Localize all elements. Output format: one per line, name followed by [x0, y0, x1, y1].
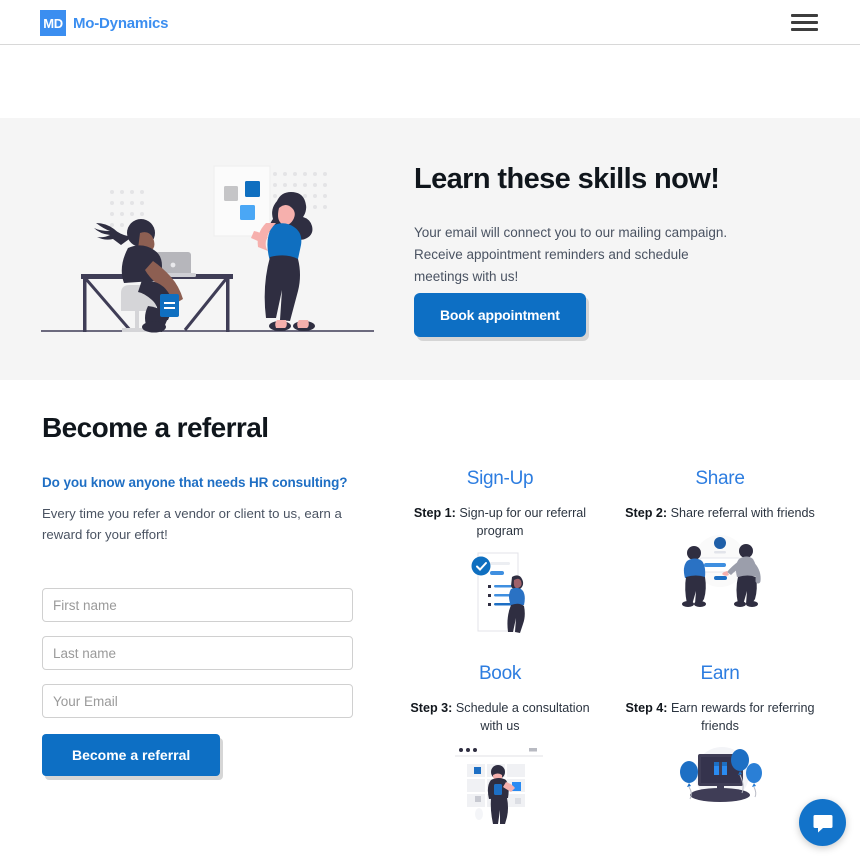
step-heading-earn: Earn [700, 662, 740, 684]
step-description-signup: Step 1: Sign-up for our referral program [390, 505, 610, 541]
referral-form: Become a referral [42, 588, 353, 776]
referral-question: Do you know anyone that needs HR consult… [42, 475, 348, 490]
promo-copy: Learn these skills now! Your email will … [414, 163, 814, 287]
step-description-book: Step 3: Schedule a consultation with us [390, 700, 610, 736]
step-art-earn [610, 744, 830, 836]
email-input[interactable] [42, 684, 353, 718]
promo-subtitle: Your email will connect you to our maili… [414, 225, 728, 284]
promo-title: Learn these skills now! [414, 163, 720, 195]
step-card-earn: Earn Step 4: Earn rewards for referring … [610, 663, 830, 836]
step-description-share: Step 2: Share referral with friends [610, 505, 830, 523]
step-card-book: Book Step 3: Schedule a consultation wit… [390, 663, 610, 836]
step-description-earn: Step 4: Earn rewards for referring frien… [610, 700, 830, 736]
step-text-2: Share referral with friends [670, 506, 815, 520]
site-header: MD Mo-Dynamics [0, 0, 860, 45]
step-heading-signup: Sign-Up [466, 468, 534, 489]
step-label-2: Step 2: [625, 506, 668, 520]
people-at-desk-illustration [41, 165, 374, 333]
step-label-4: Step 4: [625, 700, 668, 715]
referral-paragraph: Every time you refer a vendor or client … [42, 506, 342, 543]
step-text-1: Sign-up for our referral program [459, 506, 587, 538]
step-heading-book: Book [478, 662, 522, 684]
hamburger-bar-2 [791, 21, 818, 24]
monitor-gift-balloons-illustration [680, 746, 762, 802]
two-people-sharing-illustration [682, 534, 761, 607]
step-label-1: Step 1: [413, 506, 456, 520]
first-name-input[interactable] [42, 588, 353, 622]
step-heading-share: Share [695, 468, 745, 489]
step-card-share: Share Step 2: Share referral with friend… [610, 468, 830, 641]
step-art-book [390, 744, 610, 836]
page-title: Become a referral [42, 412, 269, 443]
step-label-3: Step 3: [410, 700, 453, 715]
logo-badge-icon: MD [40, 10, 66, 36]
become-referral-submit-button[interactable]: Become a referral [42, 734, 221, 776]
referral-steps-grid: Sign-Up Step 1: Sign-up for our referral… [390, 468, 840, 836]
steps-row-top: Sign-Up Step 1: Sign-up for our referral… [390, 468, 840, 641]
step-art-share [610, 531, 830, 623]
step-text-4: Earn rewards for referring friends [671, 700, 815, 733]
step-text-3: Schedule a consultation with us [455, 700, 590, 733]
site-logo[interactable]: MD Mo-Dynamics [40, 10, 169, 36]
checklist-form-illustration [471, 552, 525, 633]
last-name-input[interactable] [42, 636, 353, 670]
page-root: Communication Plans Organizational Devel… [0, 0, 860, 860]
chat-widget-button[interactable] [799, 799, 846, 846]
steps-row-bottom: Book Step 3: Schedule a consultation wit… [390, 663, 840, 836]
calendar-booking-illustration [455, 747, 543, 824]
hamburger-bar-3 [791, 28, 818, 31]
chat-bubble-icon [813, 814, 832, 832]
hamburger-bar-1 [791, 14, 818, 17]
hamburger-menu-icon[interactable] [791, 14, 818, 31]
step-art-signup [390, 549, 610, 641]
book-appointment-button[interactable]: Book appointment [414, 293, 586, 337]
logo-wordmark: Mo-Dynamics [73, 14, 169, 32]
step-card-signup: Sign-Up Step 1: Sign-up for our referral… [390, 468, 610, 641]
